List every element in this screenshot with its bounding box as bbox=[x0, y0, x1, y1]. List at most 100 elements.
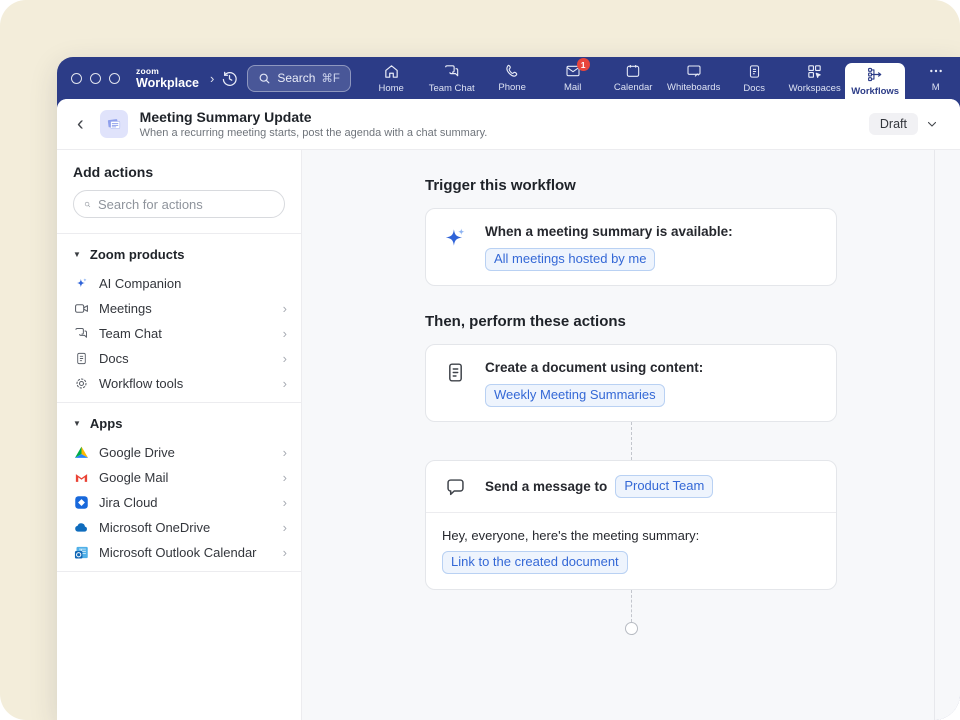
sidebar-item-team-chat[interactable]: Team Chat › bbox=[57, 321, 301, 346]
workflow-connector bbox=[631, 422, 632, 460]
action-card-create-document[interactable]: Create a document using content: Weekly … bbox=[425, 344, 837, 422]
trigger-card[interactable]: When a meeting summary is available: All… bbox=[425, 208, 837, 286]
global-search-input[interactable]: Search ⌘F bbox=[247, 65, 351, 92]
document-link-chip[interactable]: Link to the created document bbox=[442, 551, 628, 574]
chevron-right-icon: › bbox=[283, 351, 287, 366]
actions-heading: Then, perform these actions bbox=[425, 313, 837, 330]
section-apps[interactable]: ▼ Apps bbox=[57, 403, 301, 440]
nav-item-whiteboards[interactable]: Whiteboards bbox=[663, 57, 724, 99]
logo-workplace-text: Workplace bbox=[136, 77, 199, 90]
workflow-title-block: Meeting Summary Update When a recurring … bbox=[140, 109, 488, 139]
chevron-right-icon: › bbox=[283, 495, 287, 510]
add-step-terminal[interactable] bbox=[625, 622, 638, 635]
nav-item-workspaces[interactable]: Workspaces bbox=[784, 57, 845, 99]
desktop-background: zoom Workplace › Search ⌘F Home bbox=[0, 0, 960, 720]
workflow-connector bbox=[631, 590, 632, 622]
action-card-send-message[interactable]: Send a message to Product Team Hey, ever… bbox=[425, 460, 837, 590]
window-dot[interactable] bbox=[71, 73, 82, 84]
actions-search-input[interactable] bbox=[98, 197, 274, 212]
ai-companion-icon bbox=[73, 276, 89, 292]
more-icon bbox=[928, 63, 944, 79]
workspaces-icon bbox=[806, 63, 823, 80]
document-icon bbox=[442, 359, 468, 384]
trigger-card-title: When a meeting summary is available: bbox=[485, 223, 733, 241]
trigger-heading: Trigger this workflow bbox=[425, 177, 837, 194]
right-panel-divider bbox=[934, 150, 935, 720]
zoom-workplace-logo: zoom Workplace bbox=[136, 57, 199, 99]
triangle-collapse-icon: ▼ bbox=[73, 419, 81, 428]
section-zoom-products[interactable]: ▼ Zoom products bbox=[57, 234, 301, 271]
nav-item-mail[interactable]: 1 Mail bbox=[542, 57, 603, 99]
sidebar-item-google-drive[interactable]: Google Drive › bbox=[57, 440, 301, 465]
window-dot[interactable] bbox=[90, 73, 101, 84]
workflow-thumbnail-icon bbox=[100, 110, 128, 138]
sidebar-item-google-mail[interactable]: Google Mail › bbox=[57, 465, 301, 490]
status-badge: Draft bbox=[869, 113, 918, 135]
back-button[interactable]: ‹ bbox=[77, 114, 84, 134]
chevron-right-icon[interactable]: › bbox=[210, 71, 214, 86]
sidebar-item-jira-cloud[interactable]: Jira Cloud › bbox=[57, 490, 301, 515]
workflows-icon bbox=[866, 66, 884, 83]
search-shortcut: ⌘F bbox=[321, 71, 340, 85]
triangle-collapse-icon: ▼ bbox=[73, 250, 81, 259]
phone-icon bbox=[504, 63, 520, 79]
nav-item-calendar[interactable]: Calendar bbox=[603, 57, 664, 99]
nav-item-home[interactable]: Home bbox=[361, 57, 422, 99]
sidebar-item-ai-companion[interactable]: AI Companion bbox=[57, 271, 301, 296]
nav-item-team-chat[interactable]: Team Chat bbox=[421, 57, 482, 99]
sidebar-title: Add actions bbox=[73, 164, 285, 180]
actions-search-field[interactable] bbox=[73, 190, 285, 218]
search-icon bbox=[84, 198, 91, 211]
sidebar-item-microsoft-outlook-calendar[interactable]: Microsoft Outlook Calendar › bbox=[57, 540, 301, 565]
chevron-down-icon[interactable] bbox=[926, 118, 938, 130]
outlook-calendar-icon bbox=[73, 545, 89, 561]
calendar-icon bbox=[625, 63, 641, 79]
search-icon bbox=[258, 72, 271, 85]
message-text: Hey, everyone, here's the meeting summar… bbox=[442, 526, 820, 546]
sidebar-item-docs[interactable]: Docs › bbox=[57, 346, 301, 371]
workflow-editor-sheet: ‹ Meeting Summary Update When a recurrin… bbox=[57, 99, 960, 720]
app-window: zoom Workplace › Search ⌘F Home bbox=[57, 57, 960, 720]
logo-zoom-text: zoom bbox=[136, 67, 199, 76]
recipient-chip[interactable]: Product Team bbox=[615, 475, 713, 498]
chevron-right-icon: › bbox=[283, 520, 287, 535]
chevron-right-icon: › bbox=[283, 545, 287, 560]
document-content-chip[interactable]: Weekly Meeting Summaries bbox=[485, 384, 665, 407]
mail-badge: 1 bbox=[577, 58, 590, 71]
action-card-title: Create a document using content: bbox=[485, 359, 703, 377]
sidebar-item-microsoft-onedrive[interactable]: Microsoft OneDrive › bbox=[57, 515, 301, 540]
search-placeholder-text: Search bbox=[277, 71, 315, 85]
chevron-right-icon: › bbox=[283, 301, 287, 316]
window-controls[interactable] bbox=[71, 57, 120, 99]
nav-item-workflows[interactable]: Workflows bbox=[845, 63, 906, 99]
docs-icon bbox=[747, 63, 762, 80]
sidebar-item-meetings[interactable]: Meetings › bbox=[57, 296, 301, 321]
nav-item-docs[interactable]: Docs bbox=[724, 57, 785, 99]
workflow-header: ‹ Meeting Summary Update When a recurrin… bbox=[57, 99, 960, 149]
trigger-scope-chip[interactable]: All meetings hosted by me bbox=[485, 248, 655, 271]
whiteboards-icon bbox=[685, 63, 703, 79]
workflow-canvas: Trigger this workflow When a meeting sum… bbox=[302, 150, 960, 720]
message-body[interactable]: Hey, everyone, here's the meeting summar… bbox=[426, 513, 836, 589]
jira-cloud-icon bbox=[73, 495, 89, 511]
main-navigation: Home Team Chat Phone 1 Mail bbox=[361, 57, 960, 99]
home-icon bbox=[383, 63, 400, 80]
chevron-right-icon: › bbox=[283, 326, 287, 341]
top-navbar: zoom Workplace › Search ⌘F Home bbox=[57, 57, 960, 99]
workflow-subtitle: When a recurring meeting starts, post th… bbox=[140, 127, 488, 139]
chat-bubble-icon bbox=[442, 475, 468, 498]
chevron-right-icon: › bbox=[283, 470, 287, 485]
team-chat-icon bbox=[73, 326, 89, 342]
window-dot[interactable] bbox=[109, 73, 120, 84]
workflow-tools-icon bbox=[73, 376, 89, 392]
google-mail-icon bbox=[73, 470, 89, 486]
team-chat-icon bbox=[443, 63, 461, 80]
workflow-title: Meeting Summary Update bbox=[140, 109, 488, 125]
chevron-right-icon: › bbox=[283, 376, 287, 391]
sidebar-item-workflow-tools[interactable]: Workflow tools › bbox=[57, 371, 301, 396]
nav-item-more-partial[interactable]: M bbox=[905, 57, 960, 99]
nav-item-phone[interactable]: Phone bbox=[482, 57, 543, 99]
divider bbox=[57, 571, 301, 572]
action-card-title: Send a message to bbox=[485, 478, 607, 496]
history-icon[interactable] bbox=[221, 70, 238, 87]
